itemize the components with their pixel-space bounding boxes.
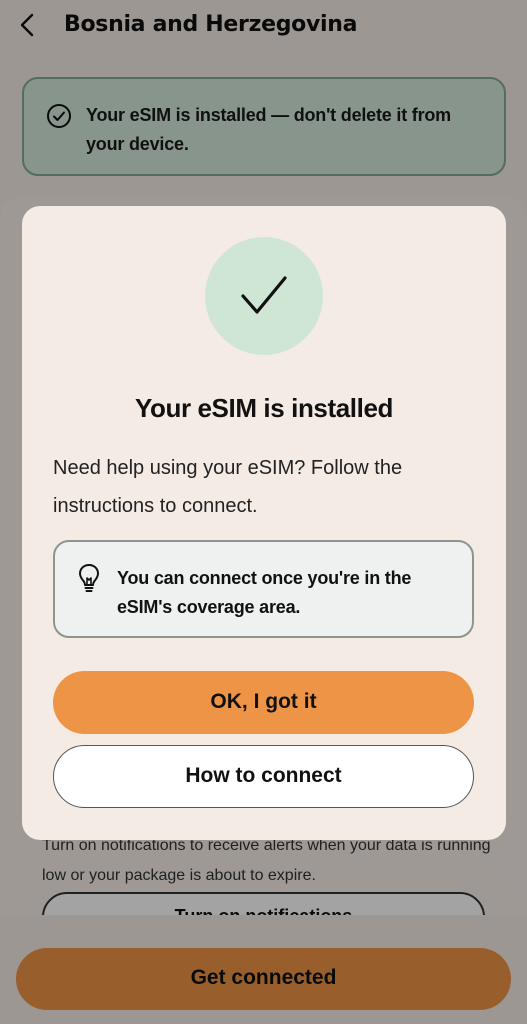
how-to-connect-button[interactable]: How to connect — [53, 745, 474, 808]
dialog-title: Your eSIM is installed — [134, 393, 393, 423]
lightbulb-icon — [76, 562, 102, 594]
tip-text: You can connect once you're in the eSIM'… — [117, 568, 412, 617]
coverage-tip: You can connect once you're in the eSIM'… — [53, 540, 474, 638]
esim-installed-dialog: Your eSIM is installed Need help using y… — [22, 206, 506, 840]
checkmark-icon — [241, 276, 287, 314]
success-badge — [205, 237, 323, 355]
ok-got-it-button[interactable]: OK, I got it — [53, 671, 474, 734]
dialog-description: Need help using your eSIM? Follow the in… — [53, 457, 403, 517]
